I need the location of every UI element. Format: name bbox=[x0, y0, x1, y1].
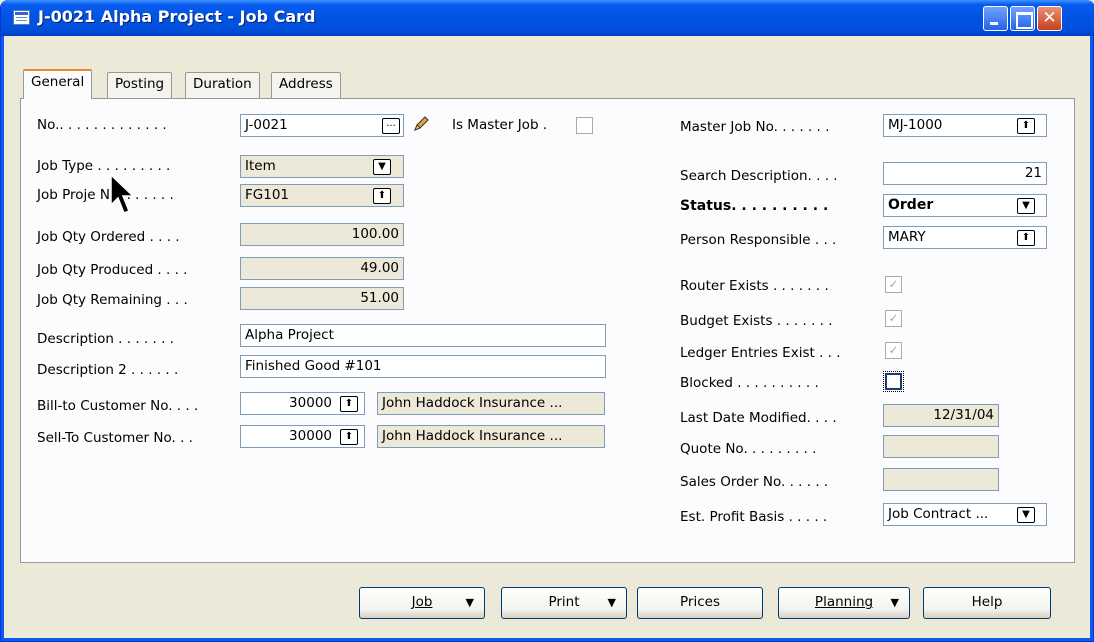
tab-duration[interactable]: Duration bbox=[185, 72, 260, 98]
budget-exists-label: Budget Exists . . . . . . . bbox=[680, 313, 833, 329]
sell-to-customer-name: John Haddock Insurance ... bbox=[377, 425, 605, 448]
job-qty-produced-field: 49.00 bbox=[240, 257, 404, 280]
mouse-cursor-icon bbox=[110, 173, 135, 214]
help-button[interactable]: Help bbox=[923, 587, 1051, 619]
description-field[interactable]: Alpha Project bbox=[240, 324, 606, 347]
person-responsible-label: Person Responsible . . . bbox=[680, 232, 837, 248]
chevron-down-icon[interactable]: ▼ bbox=[1017, 198, 1035, 214]
search-description-field[interactable]: 21 bbox=[883, 162, 1047, 185]
pencil-icon[interactable] bbox=[411, 114, 431, 134]
chevron-down-icon: ▼ bbox=[465, 596, 474, 609]
lookup-arrow-icon[interactable]: ⬆ bbox=[373, 188, 391, 204]
assist-edit-icon[interactable]: ... bbox=[382, 118, 400, 134]
sales-order-no-label: Sales Order No. . . . . . bbox=[680, 474, 829, 490]
lookup-arrow-icon[interactable]: ⬆ bbox=[340, 429, 358, 445]
last-date-modified-field: 12/31/04 bbox=[883, 404, 999, 427]
close-icon: ✕ bbox=[1042, 8, 1057, 28]
prices-button[interactable]: Prices bbox=[637, 587, 763, 619]
job-menu-button[interactable]: Job ▼ bbox=[359, 587, 485, 619]
job-qty-remaining-label: Job Qty Remaining . . . bbox=[37, 292, 188, 308]
is-master-job-label: Is Master Job . bbox=[452, 117, 548, 133]
print-menu-button[interactable]: Print ▼ bbox=[501, 587, 627, 619]
description-2-label: Description 2 . . . . . . bbox=[37, 362, 179, 378]
description-2-field[interactable]: Finished Good #101 bbox=[240, 355, 606, 378]
sell-to-customer-label: Sell-To Customer No. . . bbox=[37, 430, 193, 446]
job-qty-produced-label: Job Qty Produced . . . . bbox=[37, 262, 188, 278]
lookup-arrow-icon[interactable]: ⬆ bbox=[340, 396, 358, 412]
job-project-no-label: Job Proje No. . . . . . . bbox=[37, 187, 174, 203]
maximize-button[interactable] bbox=[1010, 6, 1035, 31]
close-button[interactable]: ✕ bbox=[1037, 6, 1062, 31]
sales-order-no-field bbox=[883, 468, 999, 491]
blocked-checkbox[interactable] bbox=[883, 371, 904, 392]
form-icon bbox=[13, 10, 30, 25]
description-label: Description . . . . . . . bbox=[37, 331, 174, 347]
router-exists-label: Router Exists . . . . . . . bbox=[680, 278, 829, 294]
job-type-label: Job Type . . . . . . . . . bbox=[37, 158, 171, 174]
last-date-modified-label: Last Date Modified. . . . bbox=[680, 410, 837, 426]
chevron-down-icon: ▼ bbox=[607, 596, 616, 609]
budget-exists-checkbox: ✓ bbox=[885, 310, 902, 327]
is-master-job-checkbox[interactable] bbox=[576, 117, 593, 134]
router-exists-checkbox: ✓ bbox=[885, 276, 902, 293]
minimize-button[interactable] bbox=[983, 6, 1008, 31]
job-card-window: J-0021 Alpha Project - Job Card ✕ Genera… bbox=[0, 0, 1094, 642]
chevron-down-icon: ▼ bbox=[890, 596, 899, 609]
prices-button-label: Prices bbox=[680, 594, 720, 610]
ledger-entries-exist-checkbox: ✓ bbox=[885, 342, 902, 359]
chevron-down-icon[interactable]: ▼ bbox=[1017, 507, 1035, 523]
blocked-label: Blocked . . . . . . . . . . bbox=[680, 375, 819, 391]
tab-general[interactable]: General bbox=[23, 69, 93, 99]
tab-posting[interactable]: Posting bbox=[107, 72, 173, 98]
help-button-label: Help bbox=[971, 594, 1003, 610]
lookup-arrow-icon[interactable]: ⬆ bbox=[1017, 230, 1035, 246]
no-field[interactable]: J-0021 bbox=[240, 114, 404, 137]
planning-menu-button[interactable]: Planning ▼ bbox=[778, 587, 910, 619]
master-job-no-label: Master Job No. . . . . . . bbox=[680, 119, 830, 135]
planning-button-label: Planning bbox=[814, 594, 874, 610]
job-qty-ordered-label: Job Qty Ordered . . . . bbox=[37, 229, 180, 245]
job-button-label: Job bbox=[411, 594, 433, 610]
title-bar[interactable]: J-0021 Alpha Project - Job Card ✕ bbox=[1, 0, 1094, 36]
no-label: No.. . . . . . . . . . . . . bbox=[37, 117, 167, 133]
ledger-entries-exist-label: Ledger Entries Exist . . . bbox=[680, 345, 841, 361]
print-button-label: Print bbox=[548, 594, 580, 610]
bill-to-customer-label: Bill-to Customer No. . . . bbox=[37, 398, 199, 414]
chevron-down-icon[interactable]: ▼ bbox=[373, 159, 391, 175]
search-description-label: Search Description. . . . bbox=[680, 168, 838, 184]
window-title: J-0021 Alpha Project - Job Card bbox=[38, 7, 316, 26]
job-qty-remaining-field: 51.00 bbox=[240, 287, 404, 310]
job-qty-ordered-field: 100.00 bbox=[240, 223, 404, 246]
bill-to-customer-name: John Haddock Insurance ... bbox=[377, 392, 605, 415]
quote-no-label: Quote No. . . . . . . . . bbox=[680, 441, 817, 457]
lookup-arrow-icon[interactable]: ⬆ bbox=[1017, 118, 1035, 134]
est-profit-basis-label: Est. Profit Basis . . . . . bbox=[680, 509, 828, 525]
tab-address[interactable]: Address bbox=[271, 72, 341, 98]
status-label: Status. . . . . . . . . . bbox=[680, 198, 829, 214]
quote-no-field bbox=[883, 435, 999, 458]
